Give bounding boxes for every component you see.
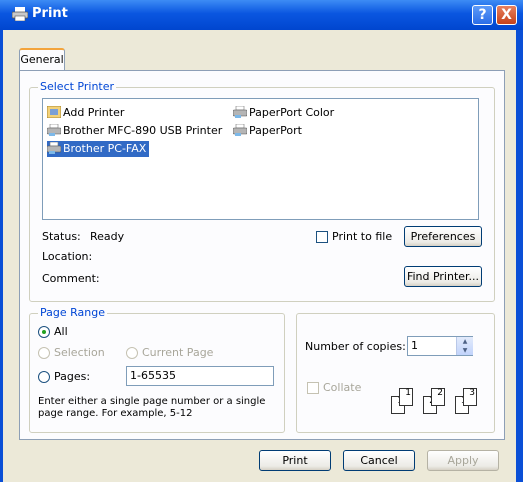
printer-item-brother-pc-fax[interactable]: Brother PC-FAX xyxy=(47,141,150,157)
printer-item-brother-mfc[interactable]: Brother MFC-890 USB Printer xyxy=(47,123,225,139)
status-label: Status: xyxy=(42,230,81,243)
close-button[interactable]: X xyxy=(496,5,517,25)
printer-item-add-printer[interactable]: Add Printer xyxy=(47,105,127,121)
selection-radio[interactable] xyxy=(38,347,50,359)
all-label[interactable]: All xyxy=(54,325,68,338)
preferences-button[interactable]: Preferences xyxy=(404,226,482,247)
print-to-file-label[interactable]: Print to file xyxy=(332,230,392,243)
printer-item-paperport[interactable]: PaperPort xyxy=(233,123,305,139)
tab-general[interactable]: General xyxy=(19,48,65,70)
printer-list[interactable]: Add Printer Brother MFC-890 USB Printer xyxy=(42,98,479,220)
all-radio[interactable] xyxy=(38,326,50,338)
help-button[interactable]: ? xyxy=(472,5,493,25)
dialog-body: General Select Printer Add Printer Broth… xyxy=(3,30,516,482)
page-range-legend: Page Range xyxy=(38,306,107,319)
printer-label: Brother PC-FAX xyxy=(63,142,147,155)
print-to-file-checkbox[interactable] xyxy=(316,231,328,243)
current-page-label[interactable]: Current Page xyxy=(142,346,213,359)
add-printer-icon xyxy=(47,106,61,118)
page-range-hint: Enter either a single page number or a s… xyxy=(38,396,266,419)
window-title: Print xyxy=(32,6,68,21)
printer-item-paperport-color[interactable]: PaperPort Color xyxy=(233,105,337,121)
printer-label: PaperPort xyxy=(249,124,302,137)
comment-label: Comment: xyxy=(42,272,100,285)
fax-printer-icon xyxy=(47,142,61,154)
current-page-radio[interactable] xyxy=(126,347,138,359)
page-range-group: Page Range All Selection Current Page Pa… xyxy=(29,306,285,433)
copies-spinner[interactable]: ▲ ▼ xyxy=(456,337,473,355)
location-label: Location: xyxy=(42,250,93,263)
printer-label: Add Printer xyxy=(63,106,125,119)
pages-input[interactable]: 1-65535 xyxy=(126,366,274,386)
printer-icon xyxy=(233,124,247,136)
apply-button[interactable]: Apply xyxy=(427,450,499,471)
print-button[interactable]: Print xyxy=(259,450,331,471)
pages-radio[interactable] xyxy=(38,371,50,383)
status-value: Ready xyxy=(90,230,125,243)
title-bar[interactable]: Print ? X xyxy=(0,0,523,30)
find-printer-button[interactable]: Find Printer... xyxy=(404,266,482,287)
copies-label: Number of copies: xyxy=(305,340,406,353)
print-dialog: Print ? X General Select Printer Add Pri… xyxy=(0,0,523,482)
selection-label[interactable]: Selection xyxy=(54,346,105,359)
copies-group: Number of copies: 1 ▲ ▼ Collate 1 1 2 2 … xyxy=(296,313,495,433)
cancel-button[interactable]: Cancel xyxy=(343,450,415,471)
select-printer-group: Select Printer Add Printer Brother MFC-8… xyxy=(29,80,495,302)
printer-icon xyxy=(12,7,28,21)
pages-label[interactable]: Pages: xyxy=(54,370,90,383)
spin-down-icon[interactable]: ▼ xyxy=(457,346,473,355)
printer-label: PaperPort Color xyxy=(249,106,335,119)
printer-label: Brother MFC-890 USB Printer xyxy=(63,124,223,137)
printer-icon xyxy=(47,124,61,136)
collate-label[interactable]: Collate xyxy=(323,381,361,394)
collate-checkbox[interactable] xyxy=(307,382,319,394)
select-printer-legend: Select Printer xyxy=(38,80,117,93)
printer-icon xyxy=(233,106,247,118)
spin-up-icon[interactable]: ▲ xyxy=(457,337,473,346)
tab-panel-general: Select Printer Add Printer Brother MFC-8… xyxy=(19,70,505,440)
